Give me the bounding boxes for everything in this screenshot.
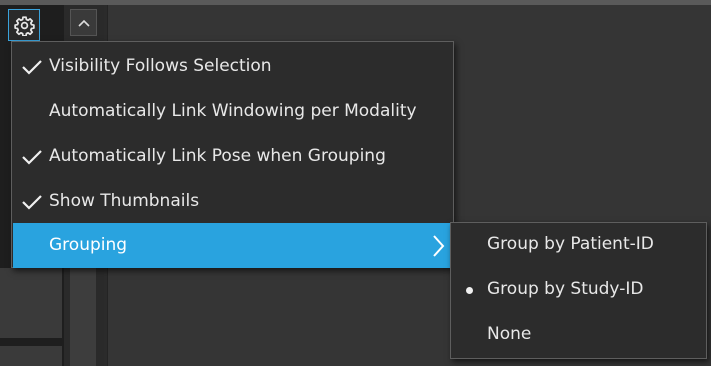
menu-item-label: Automatically Link Windowing per Modalit… — [49, 101, 417, 121]
thumbnail-slot[interactable] — [0, 268, 62, 338]
submenu-item-group-by-patient-id[interactable]: Group by Patient-ID — [452, 223, 707, 268]
submenu-item-group-by-study-id[interactable]: Group by Study-ID — [452, 268, 707, 313]
thumbnail-slot[interactable] — [0, 346, 62, 366]
grouping-submenu: Group by Patient-ID Group by Study-ID No… — [450, 222, 707, 359]
checkmark-icon — [22, 195, 42, 210]
menu-item-grouping[interactable]: Grouping — [13, 223, 454, 268]
menu-item-auto-link-windowing[interactable]: Automatically Link Windowing per Modalit… — [13, 89, 454, 134]
radio-dot-icon — [466, 287, 473, 294]
menu-item-visibility-follows-selection[interactable]: Visibility Follows Selection — [13, 44, 454, 89]
checkmark-icon — [22, 150, 42, 165]
submenu-item-label: Group by Patient-ID — [487, 234, 654, 254]
settings-menu: Visibility Follows Selection Automatical… — [11, 41, 454, 268]
menu-item-label: Grouping — [49, 235, 128, 255]
gear-icon — [13, 15, 35, 36]
collapse-button[interactable] — [70, 9, 97, 36]
chevron-right-icon — [433, 235, 445, 257]
settings-button[interactable] — [8, 9, 40, 41]
menu-item-auto-link-pose[interactable]: Automatically Link Pose when Grouping — [13, 134, 454, 179]
chevron-up-icon — [77, 19, 90, 27]
submenu-item-none[interactable]: None — [452, 313, 707, 358]
menu-item-label: Visibility Follows Selection — [49, 56, 272, 76]
submenu-item-label: None — [487, 324, 532, 344]
menu-item-label: Show Thumbnails — [49, 191, 200, 211]
menu-item-label: Automatically Link Pose when Grouping — [49, 146, 386, 166]
checkmark-icon — [22, 60, 42, 75]
menu-item-show-thumbnails[interactable]: Show Thumbnails — [13, 179, 454, 224]
submenu-item-label: Group by Study-ID — [487, 279, 644, 299]
